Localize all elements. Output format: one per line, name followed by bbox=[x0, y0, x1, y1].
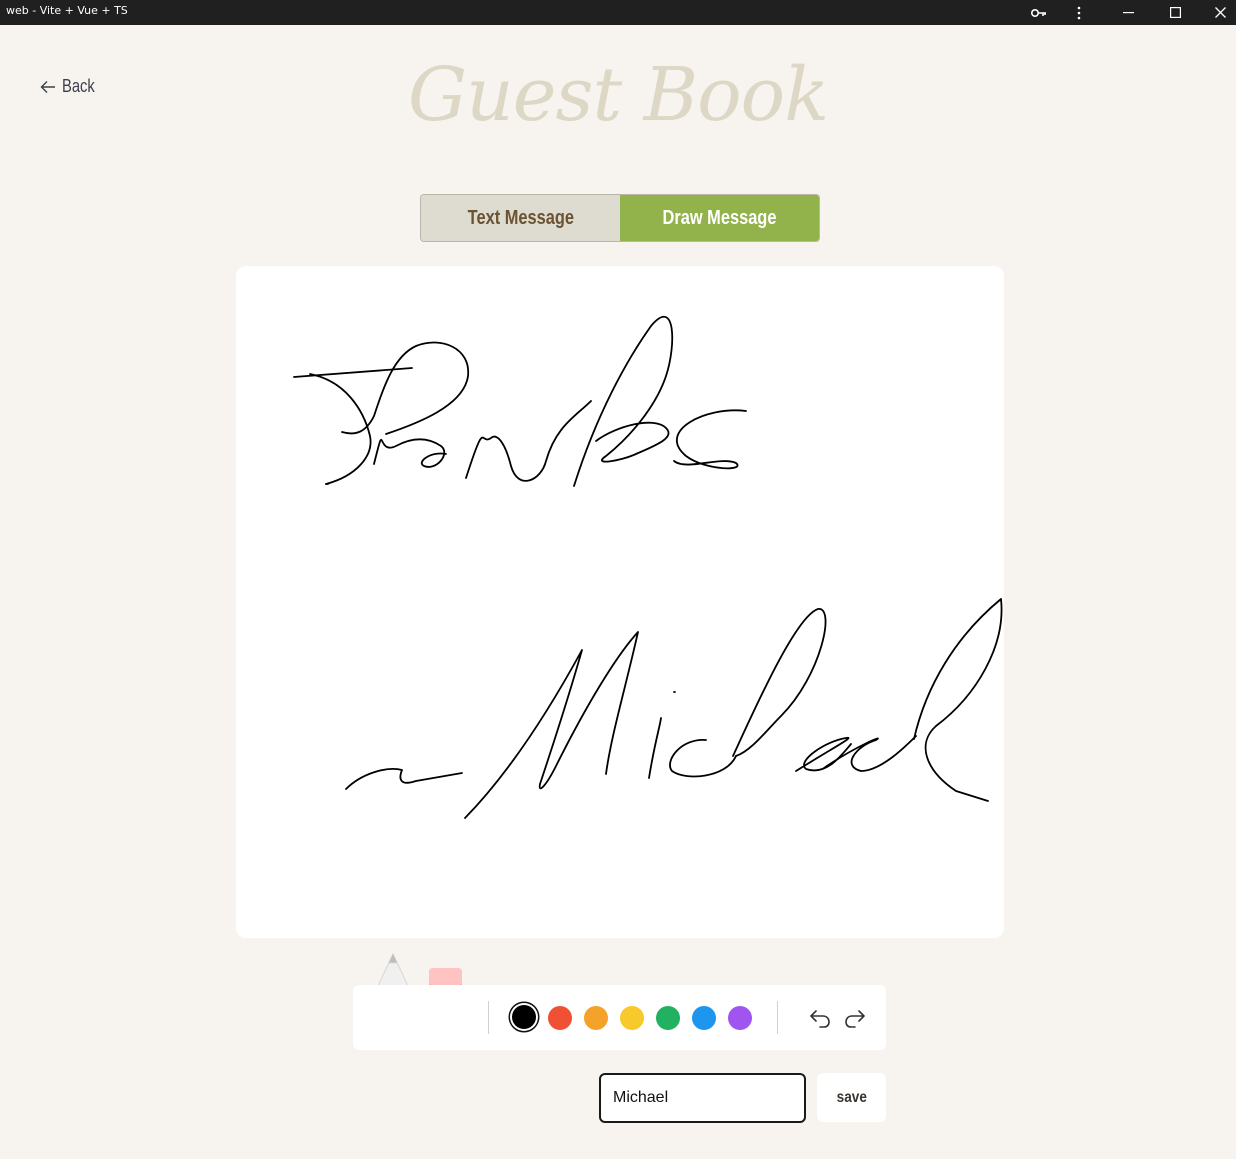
close-icon[interactable] bbox=[1200, 0, 1236, 25]
redo-button[interactable] bbox=[842, 1005, 868, 1031]
stroke bbox=[465, 400, 592, 482]
stroke bbox=[373, 438, 447, 468]
more-menu-icon[interactable] bbox=[1059, 0, 1099, 25]
tab-text-message[interactable]: Text Message bbox=[421, 195, 620, 241]
stroke bbox=[795, 736, 852, 772]
name-input[interactable] bbox=[599, 1073, 806, 1123]
stroke bbox=[648, 717, 662, 779]
tab-draw-message[interactable]: Draw Message bbox=[620, 195, 819, 241]
undo-button[interactable] bbox=[807, 1005, 833, 1031]
stroke bbox=[309, 373, 372, 485]
stroke bbox=[913, 598, 1003, 802]
divider bbox=[777, 1001, 778, 1034]
stroke bbox=[464, 631, 639, 819]
drawing-toolbar bbox=[353, 985, 886, 1050]
stroke bbox=[341, 341, 469, 435]
message-mode-tabs: Text Message Draw Message bbox=[420, 194, 820, 242]
save-button[interactable]: save bbox=[817, 1073, 886, 1122]
color-swatch-yellow[interactable] bbox=[620, 1006, 644, 1030]
minimize-icon[interactable] bbox=[1109, 0, 1149, 25]
window-titlebar: web - Vite + Vue + TS bbox=[0, 0, 1236, 25]
tab-text-message-label: Text Message bbox=[467, 206, 574, 229]
tab-draw-message-label: Draw Message bbox=[662, 206, 777, 229]
page-title: Guest Book bbox=[407, 52, 829, 138]
stroke bbox=[293, 367, 413, 378]
color-swatch-blue[interactable] bbox=[692, 1006, 716, 1030]
redo-icon bbox=[845, 1010, 865, 1028]
stroke bbox=[823, 735, 917, 772]
undo-icon bbox=[810, 1010, 830, 1028]
drawing-strokes bbox=[293, 316, 1003, 819]
color-swatch-black[interactable] bbox=[512, 1005, 536, 1029]
maximize-icon[interactable] bbox=[1155, 0, 1195, 25]
save-label: save bbox=[836, 1088, 867, 1106]
color-swatch-red[interactable] bbox=[548, 1006, 572, 1030]
color-swatch-green[interactable] bbox=[656, 1006, 680, 1030]
color-swatch-orange[interactable] bbox=[584, 1006, 608, 1030]
window-title: web - Vite + Vue + TS bbox=[6, 4, 128, 17]
drawing-canvas[interactable] bbox=[236, 266, 1004, 938]
stroke bbox=[673, 409, 747, 470]
color-swatch-purple[interactable] bbox=[728, 1006, 752, 1030]
stroke bbox=[345, 768, 463, 790]
stroke bbox=[573, 316, 674, 487]
key-icon[interactable] bbox=[1019, 0, 1059, 25]
divider bbox=[488, 1001, 489, 1034]
stroke bbox=[732, 608, 827, 757]
stroke bbox=[669, 739, 737, 778]
